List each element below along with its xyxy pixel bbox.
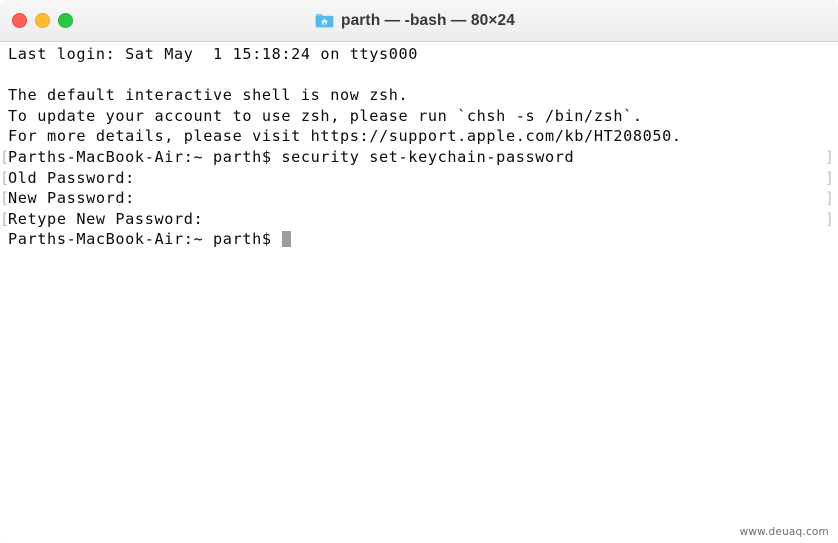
terminal-line-text: Parths-MacBook-Air:~ parth$ <box>8 230 282 249</box>
window-title: parth — -bash — 80×24 <box>341 11 515 29</box>
terminal-line: Last login: Sat May 1 15:18:24 on ttys00… <box>0 44 838 65</box>
terminal-line-text: The default interactive shell is now zsh… <box>8 86 409 105</box>
terminal-screen[interactable]: Last login: Sat May 1 15:18:24 on ttys00… <box>0 42 838 543</box>
terminal-line-text: To update your account to use zsh, pleas… <box>8 106 643 125</box>
terminal-line: New Password: <box>0 188 838 209</box>
terminal-line-text: Parths-MacBook-Air:~ parth$ security set… <box>8 147 575 166</box>
terminal-line-text: Retype New Password: <box>8 209 204 228</box>
window-title-group: parth — -bash — 80×24 <box>315 12 515 30</box>
watermark: www.deuaq.com <box>736 525 832 539</box>
zoom-button[interactable] <box>58 13 73 28</box>
terminal-line: Parths-MacBook-Air:~ parth$ security set… <box>0 147 838 168</box>
folder-home-icon <box>315 14 334 28</box>
terminal-line: The default interactive shell is now zsh… <box>0 85 838 106</box>
text-cursor <box>282 231 292 248</box>
terminal-line-text: Last login: Sat May 1 15:18:24 on ttys00… <box>8 45 419 63</box>
terminal-line: Retype New Password: <box>0 209 838 230</box>
terminal-line-text: New Password: <box>8 189 135 208</box>
window-controls <box>12 0 73 41</box>
window-titlebar[interactable]: parth — -bash — 80×24 <box>0 0 838 42</box>
terminal-line: For more details, please visit https://s… <box>0 126 838 147</box>
terminal-line-text: For more details, please visit https://s… <box>8 127 682 146</box>
terminal-line: To update your account to use zsh, pleas… <box>0 106 838 127</box>
minimize-button[interactable] <box>35 13 50 28</box>
terminal-body[interactable]: Last login: Sat May 1 15:18:24 on ttys00… <box>0 42 838 543</box>
terminal-window: parth — -bash — 80×24 Last login: Sat Ma… <box>0 0 838 543</box>
terminal-line-text: Old Password: <box>8 168 135 187</box>
terminal-line: Old Password: <box>0 168 838 189</box>
terminal-line: Parths-MacBook-Air:~ parth$ <box>0 229 838 250</box>
close-button[interactable] <box>12 13 27 28</box>
